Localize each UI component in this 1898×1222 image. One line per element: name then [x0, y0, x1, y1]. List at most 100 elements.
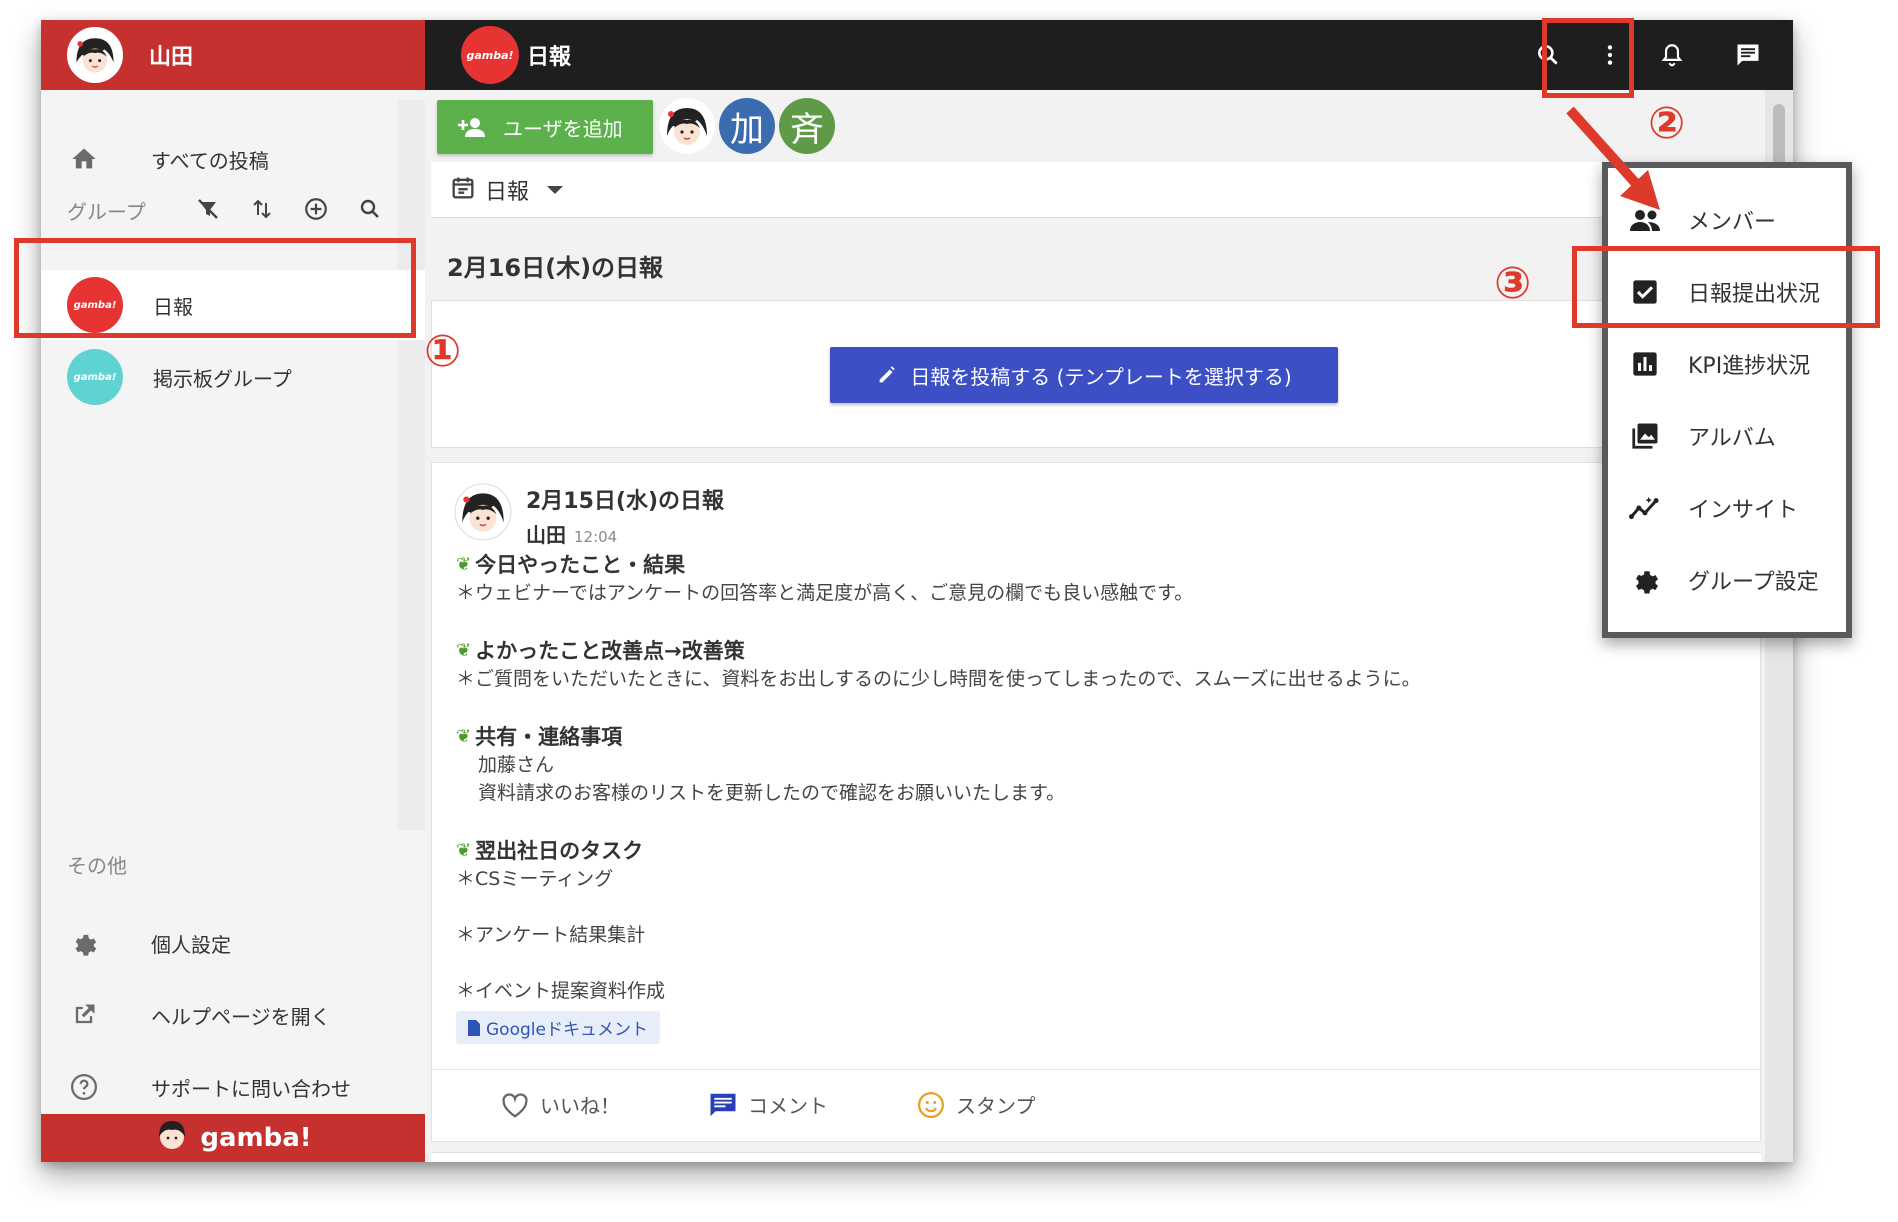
- user-avatar[interactable]: [67, 27, 123, 83]
- sort-icon[interactable]: [245, 192, 279, 226]
- sidebar-item-all-posts[interactable]: すべての投稿: [41, 124, 425, 194]
- member-avatars: 加 斉: [659, 98, 835, 154]
- pencil-icon: [879, 366, 896, 383]
- menu-item-group-settings[interactable]: グループ設定: [1608, 544, 1846, 616]
- report-time: 12:04: [574, 528, 618, 546]
- report-section-title: ❦ 共有・連絡事項: [456, 721, 1746, 751]
- group-tools: [191, 192, 387, 226]
- annotation-box-submission-status: [1572, 246, 1880, 328]
- menu-item-label: グループ設定: [1688, 570, 1819, 595]
- photo-album-icon: [1628, 419, 1662, 453]
- app-window: 山田 すべての投稿 グループ gamba! 日報 gamba! 掲示板グループ …: [41, 20, 1793, 1162]
- notifications-button[interactable]: [1641, 20, 1703, 90]
- report-line: [456, 949, 1746, 977]
- post-report-button[interactable]: 日報を投稿する (テンプレートを選択する): [830, 347, 1338, 403]
- report-line: [456, 893, 1746, 921]
- like-label: いいね！: [540, 1094, 620, 1118]
- sidebar-item-label: サポートに問い合わせ: [151, 1076, 351, 1101]
- comment-label: コメント: [748, 1094, 828, 1118]
- annotation-box-group: [14, 238, 416, 338]
- add-circle-icon[interactable]: [299, 192, 333, 226]
- insights-icon: [1628, 491, 1662, 525]
- bar-chart-icon: [1628, 347, 1662, 381]
- post-report-label: 日報を投稿する (テンプレートを選択する): [910, 364, 1292, 389]
- smiley-icon: [918, 1091, 944, 1118]
- search-icon[interactable]: [353, 192, 387, 226]
- like-button[interactable]: いいね！: [500, 1090, 620, 1119]
- sprout-icon: ❦: [456, 639, 472, 661]
- bell-icon: [1661, 44, 1683, 67]
- person-add-icon: [458, 118, 485, 137]
- menu-item-label: KPI進捗状況: [1688, 354, 1811, 379]
- report-line: 資料請求のお客様のリストを更新したので確認をお願いいたします。: [478, 782, 1066, 804]
- sidebar-item-label: 個人設定: [151, 932, 231, 957]
- footer-brand-text: gamba!: [200, 1123, 312, 1153]
- sidebar-item-personal-settings[interactable]: 個人設定: [41, 908, 425, 978]
- report-line: 加藤さん: [478, 754, 555, 776]
- sidebar-scrollbar[interactable]: [397, 100, 425, 830]
- sprout-icon: ❦: [456, 839, 472, 861]
- comment-button[interactable]: コメント: [708, 1090, 828, 1119]
- report-section-title: ❦ 今日やったこと・結果: [456, 549, 1746, 579]
- report-section-title: ❦ よかったこと改善点→改善策: [456, 635, 1746, 665]
- sidebar-user-name: 山田: [149, 45, 194, 70]
- sidebar-footer-brand: gamba!: [41, 1114, 425, 1162]
- document-icon: [468, 1019, 480, 1036]
- annotation-number-3: ③: [1494, 258, 1532, 309]
- groups-section-label: グループ: [67, 200, 146, 224]
- section-title-text: 共有・連絡事項: [475, 725, 623, 749]
- sidebar-item-help[interactable]: ヘルプページを開く: [41, 980, 425, 1050]
- page-title: 日報: [527, 45, 572, 70]
- section-title-text: 今日やったこと・結果: [475, 553, 686, 577]
- menu-item-insights[interactable]: インサイト: [1608, 472, 1846, 544]
- menu-item-kpi-status[interactable]: KPI進捗状況: [1608, 328, 1846, 400]
- sidebar-item-label: すべての投稿: [151, 148, 269, 173]
- group-logo: gamba!: [461, 26, 519, 84]
- calendar-icon: [449, 174, 477, 206]
- sidebar-group-board[interactable]: gamba! 掲示板グループ: [41, 342, 425, 412]
- add-user-button[interactable]: ユーザを追加: [437, 100, 653, 154]
- member-avatar[interactable]: 加: [719, 98, 775, 154]
- report-body: ❦ 今日やったこと・結果 ＊ウェビナーではアンケートの回答率と満足度が高く、ご意見…: [456, 549, 1746, 1044]
- filter-off-icon[interactable]: [191, 192, 225, 226]
- group-select-value: 日報: [485, 179, 530, 205]
- add-user-label: ユーザを追加: [503, 116, 623, 141]
- mascot-icon: [154, 1117, 190, 1160]
- sidebar-group-label: 掲示板グループ: [153, 366, 292, 391]
- gear-icon: [1628, 563, 1662, 597]
- sprout-icon: ❦: [456, 553, 472, 575]
- menu-item-label: メンバー: [1688, 210, 1777, 235]
- author-avatar[interactable]: [454, 483, 512, 541]
- home-icon: [67, 142, 101, 176]
- report-line: ＊ウェビナーではアンケートの回答率と満足度が高く、ご意見の欄でも良い感触です。: [456, 582, 1194, 604]
- other-section-label: その他: [67, 854, 127, 878]
- messages-button[interactable]: [1703, 20, 1793, 90]
- report-author: 山田 12:04: [526, 519, 724, 548]
- report-line: ＊アンケート結果集計: [456, 924, 646, 946]
- menu-item-label: インサイト: [1688, 498, 1799, 523]
- report-card: 2月15日(水)の日報 山田 12:04 ❦ 今日やったこと・結果 ＊ウェビナーでは…: [431, 462, 1762, 1142]
- member-avatar[interactable]: 斉: [779, 98, 835, 154]
- section-title-text: 翌出社日のタスク: [475, 839, 644, 863]
- report-line: ＊ご質問をいただいたときに、資料をお出しするのに少し時間を使ってしまったので、ス…: [456, 668, 1421, 690]
- sidebar: 山田 すべての投稿 グループ gamba! 日報 gamba! 掲示板グループ …: [41, 20, 425, 1162]
- stamp-label: スタンプ: [956, 1094, 1036, 1118]
- heart-icon: [502, 1092, 528, 1118]
- member-avatar[interactable]: [659, 98, 715, 154]
- external-link-icon: [67, 998, 101, 1032]
- google-doc-attachment[interactable]: Googleドキュメント: [456, 1011, 660, 1044]
- menu-item-label: アルバム: [1688, 426, 1776, 451]
- stamp-button[interactable]: スタンプ: [916, 1090, 1035, 1120]
- report-line: ＊イベント提案資料作成: [456, 980, 666, 1002]
- gear-icon: [67, 926, 101, 960]
- annotation-number-1: ①: [424, 326, 462, 377]
- sidebar-item-label: ヘルプページを開く: [151, 1004, 331, 1029]
- report-section-title: ❦ 翌出社日のタスク: [456, 835, 1746, 865]
- menu-item-album[interactable]: アルバム: [1608, 400, 1846, 472]
- sidebar-header: 山田: [41, 20, 425, 90]
- sidebar-item-support[interactable]: サポートに問い合わせ: [41, 1052, 425, 1122]
- help-circle-icon: [67, 1070, 101, 1104]
- next-report-card: [431, 1152, 1761, 1162]
- sprout-icon: ❦: [456, 725, 472, 747]
- report-line: ＊CSミーティング: [456, 868, 614, 890]
